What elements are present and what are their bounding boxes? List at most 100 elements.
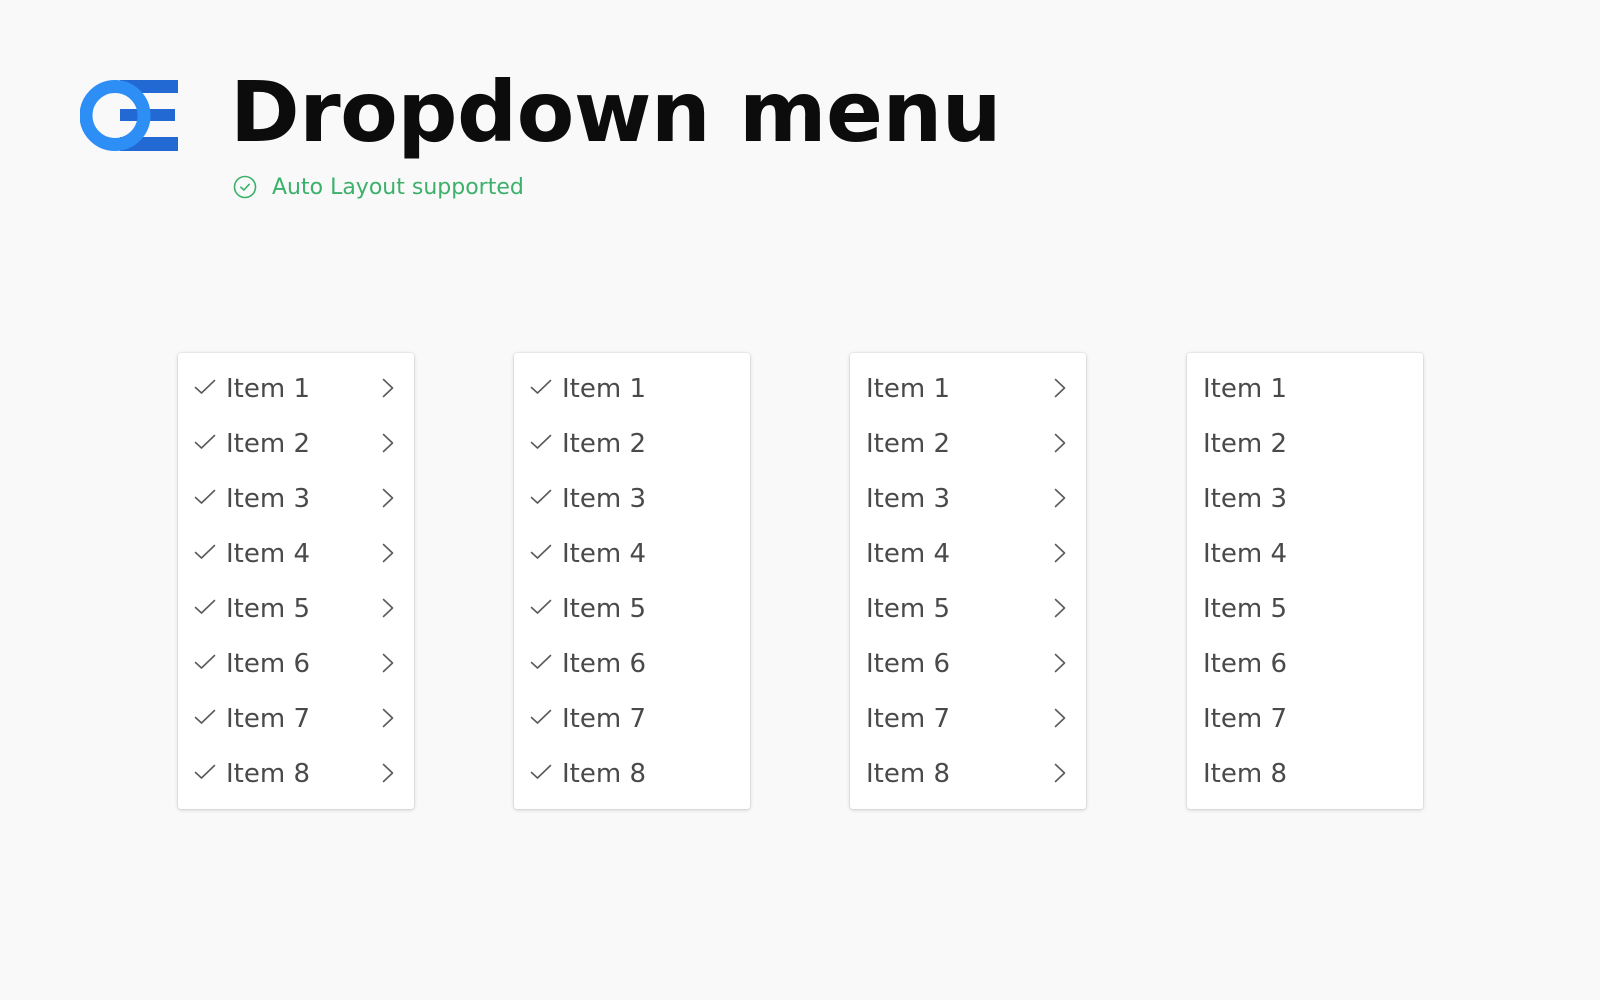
menu-item-label: Item 2 (226, 429, 310, 460)
checkmark-icon (194, 434, 216, 450)
menu-item-label: Item 6 (562, 648, 646, 679)
checkmark-icon (194, 379, 216, 395)
menu-item[interactable]: Item 5 (178, 582, 414, 637)
chevron-right-icon[interactable] (382, 763, 394, 783)
menu-item-label: Item 2 (1203, 429, 1287, 460)
checkmark-icon (530, 599, 552, 615)
menu-item-label: Item 4 (226, 539, 310, 570)
checkmark-icon (530, 654, 552, 670)
menu-item[interactable]: Item 6 (1187, 636, 1423, 691)
menu-item[interactable]: Item 4 (178, 527, 414, 582)
page-title: Dropdown menu (230, 63, 1002, 161)
menu-item[interactable]: Item 4 (850, 527, 1086, 582)
menu-item[interactable]: Item 3 (178, 472, 414, 527)
menu-item[interactable]: Item 4 (514, 527, 750, 582)
menu-item-label: Item 6 (866, 648, 950, 679)
menu-item[interactable]: Item 7 (514, 691, 750, 746)
menu-item[interactable]: Item 7 (178, 691, 414, 746)
checkmark-icon (194, 709, 216, 725)
menu-item-label: Item 8 (562, 758, 646, 789)
chevron-right-icon[interactable] (1054, 708, 1066, 728)
chevron-right-icon[interactable] (1054, 433, 1066, 453)
menu-item-label: Item 2 (562, 429, 646, 460)
menu-item[interactable]: Item 2 (514, 417, 750, 472)
chevron-right-icon[interactable] (382, 433, 394, 453)
menu-item[interactable]: Item 3 (514, 472, 750, 527)
menu-item-label: Item 1 (1203, 374, 1287, 405)
checkmark-icon (530, 764, 552, 780)
dropdown-menu-check-only: Item 1 Item 2 Item 3 Item 4 Item 5 Item 6 Item… (514, 353, 750, 809)
menu-item-label: Item 4 (866, 539, 950, 570)
menu-item[interactable]: Item 7 (1187, 691, 1423, 746)
menu-item[interactable]: Item 2 (1187, 417, 1423, 472)
dropdown-menu-chevron-only: Item 1 Item 2 Item 3 Item 4 Item 5 Item 6 Item… (850, 353, 1086, 809)
menu-item-label: Item 6 (1203, 648, 1287, 679)
auto-layout-text: Auto Layout supported (272, 174, 524, 200)
menu-item-label: Item 3 (1203, 484, 1287, 515)
menu-item[interactable]: Item 8 (850, 746, 1086, 801)
menu-item-label: Item 5 (226, 594, 310, 624)
checkmark-icon (530, 709, 552, 725)
menu-item-label: Item 3 (562, 484, 646, 515)
menu-item-label: Item 3 (866, 484, 950, 515)
menu-item[interactable]: Item 5 (514, 582, 750, 637)
check-circle-icon (233, 175, 257, 199)
menu-item-label: Item 8 (1203, 758, 1287, 789)
menu-item[interactable]: Item 6 (850, 636, 1086, 691)
menu-item[interactable]: Item 1 (514, 362, 750, 417)
menu-item[interactable]: Item 1 (850, 362, 1086, 417)
menu-item-label: Item 8 (866, 758, 950, 789)
chevron-right-icon[interactable] (1054, 653, 1066, 673)
chevron-right-icon[interactable] (1054, 598, 1066, 618)
checkmark-icon (194, 599, 216, 615)
checkmark-icon (194, 489, 216, 505)
oe-logo-icon (80, 80, 178, 151)
menu-item[interactable]: Item 8 (1187, 746, 1423, 801)
menu-item[interactable]: Item 6 (178, 636, 414, 691)
menu-item-label: Item 8 (226, 758, 310, 789)
menu-item[interactable]: Item 2 (850, 417, 1086, 472)
menu-item-label: Item 7 (226, 703, 310, 734)
chevron-right-icon[interactable] (382, 708, 394, 728)
menu-item[interactable]: Item 2 (178, 417, 414, 472)
checkmark-icon (530, 434, 552, 450)
menu-item[interactable]: Item 6 (514, 636, 750, 691)
menu-item-label: Item 1 (866, 374, 950, 405)
chevron-right-icon[interactable] (1054, 543, 1066, 563)
menu-item[interactable]: Item 8 (178, 746, 414, 801)
menu-item-label: Item 6 (226, 648, 310, 679)
menu-item[interactable]: Item 8 (514, 746, 750, 801)
chevron-right-icon[interactable] (1054, 763, 1066, 783)
menu-item-label: Item 5 (866, 594, 950, 624)
menu-item[interactable]: Item 3 (1187, 472, 1423, 527)
chevron-right-icon[interactable] (382, 378, 394, 398)
menu-item[interactable]: Item 7 (850, 691, 1086, 746)
menu-item-label: Item 4 (562, 539, 646, 570)
checkmark-icon (530, 379, 552, 395)
auto-layout-badge: Auto Layout supported (233, 174, 524, 200)
menu-item[interactable]: Item 5 (1187, 582, 1423, 637)
chevron-right-icon[interactable] (382, 488, 394, 508)
menu-item-label: Item 5 (562, 594, 646, 624)
chevron-right-icon[interactable] (382, 543, 394, 563)
menu-item-label: Item 3 (226, 484, 310, 515)
menu-item[interactable]: Item 3 (850, 472, 1086, 527)
menu-item[interactable]: Item 1 (178, 362, 414, 417)
chevron-right-icon[interactable] (1054, 378, 1066, 398)
chevron-right-icon[interactable] (382, 598, 394, 618)
chevron-right-icon[interactable] (382, 653, 394, 673)
menu-item-label: Item 7 (866, 703, 950, 734)
menu-item-label: Item 5 (1203, 594, 1287, 624)
chevron-right-icon[interactable] (1054, 488, 1066, 508)
menu-item-label: Item 1 (562, 374, 646, 405)
menu-item[interactable]: Item 5 (850, 582, 1086, 637)
checkmark-icon (194, 654, 216, 670)
checkmark-icon (530, 544, 552, 560)
menu-item-label: Item 7 (1203, 703, 1287, 734)
menu-item-label: Item 7 (562, 703, 646, 734)
menu-item[interactable]: Item 4 (1187, 527, 1423, 582)
menu-item-label: Item 2 (866, 429, 950, 460)
menu-item[interactable]: Item 1 (1187, 362, 1423, 417)
checkmark-icon (194, 764, 216, 780)
checkmark-icon (530, 489, 552, 505)
